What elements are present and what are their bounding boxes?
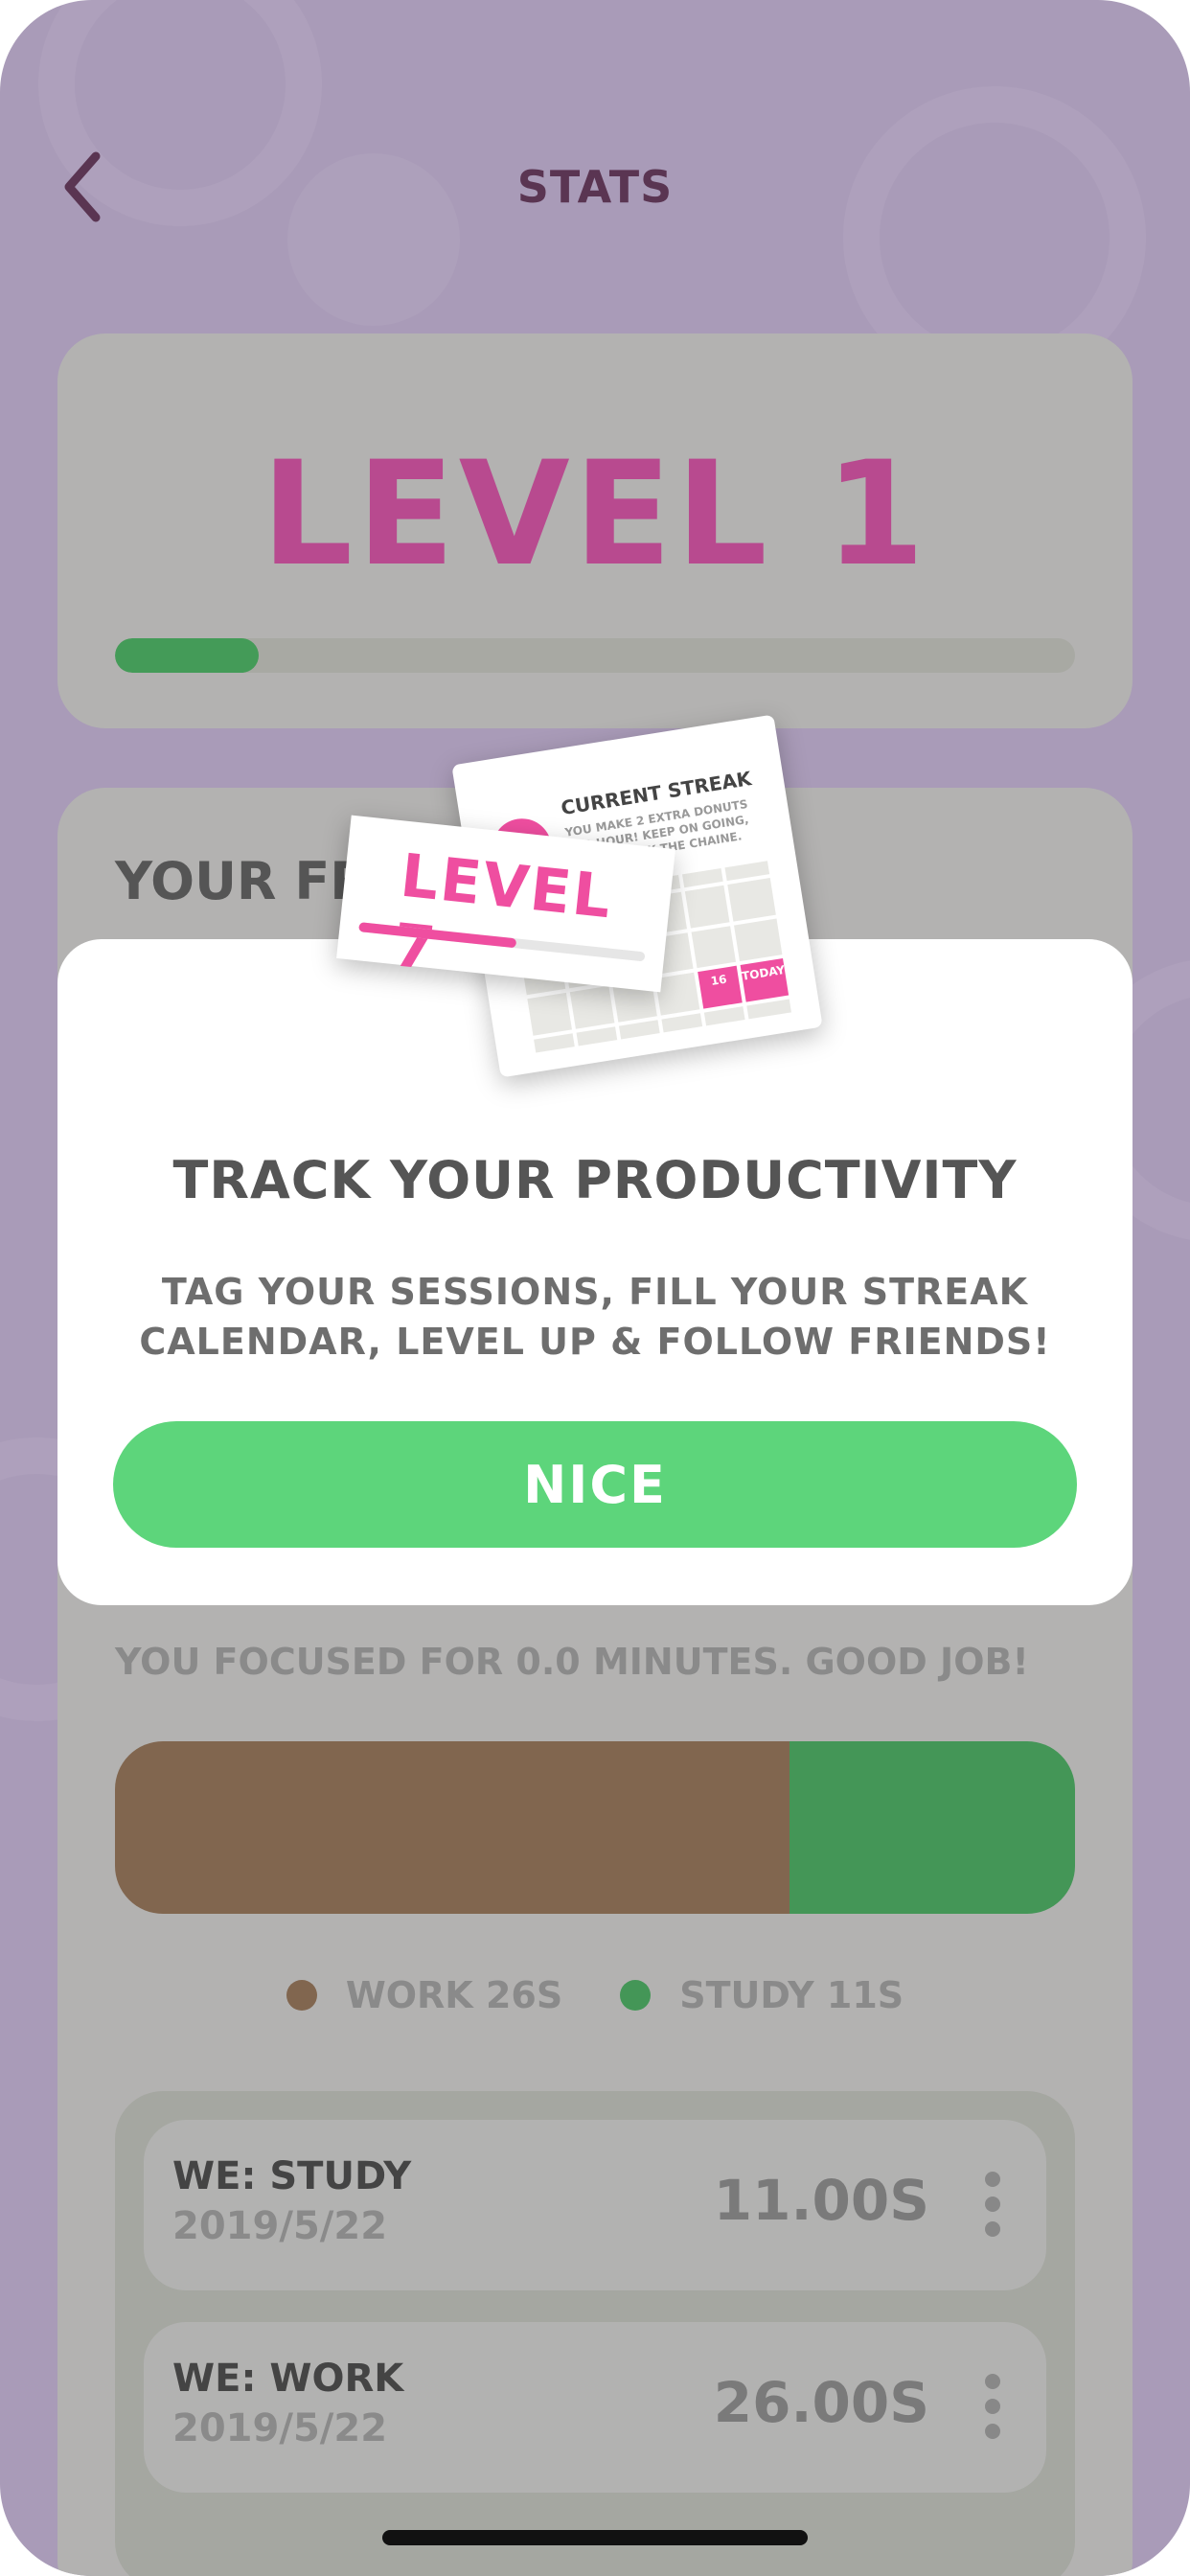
study-dot-icon bbox=[620, 1980, 652, 2011]
work-dot-icon bbox=[286, 1980, 317, 2011]
app-screen: STATS LEVEL 1 YOUR FRI YOU FOCUSED FOR 0… bbox=[0, 0, 1190, 2576]
page-title: STATS bbox=[516, 161, 674, 213]
session-row[interactable]: WE: STUDY 2019/5/22 11.00S bbox=[144, 2120, 1046, 2290]
modal-body-text: TAG YOUR SESSIONS, FILL YOUR STREAK CALE… bbox=[139, 1271, 1051, 1363]
more-options-icon[interactable] bbox=[985, 2172, 1000, 2239]
legend-label-work: WORK 26S bbox=[345, 1974, 563, 2016]
legend-item-study: STUDY 11S bbox=[620, 1974, 904, 2016]
illustration-level-label: LEVEL 7 bbox=[390, 840, 616, 984]
home-indicator[interactable] bbox=[382, 2530, 808, 2545]
legend-item-work: WORK 26S bbox=[286, 1974, 562, 2016]
session-name: WE: STUDY bbox=[172, 2154, 412, 2198]
nice-button[interactable]: NICE bbox=[113, 1421, 1077, 1548]
breakdown-legend: WORK 26S STUDY 11S bbox=[0, 1974, 1190, 2016]
breakdown-segment-study bbox=[790, 1741, 1075, 1914]
modal-title: TRACK YOUR PRODUCTIVITY bbox=[172, 1150, 1018, 1210]
session-duration: 26.00S bbox=[713, 2370, 929, 2435]
level-progress-fill bbox=[115, 638, 260, 673]
session-row[interactable]: WE: WORK 2019/5/22 26.00S bbox=[144, 2322, 1046, 2493]
session-name: WE: WORK bbox=[172, 2357, 404, 2401]
session-date: 2019/5/22 bbox=[172, 2406, 388, 2450]
time-breakdown-bar bbox=[115, 1741, 1075, 1914]
breakdown-segment-work bbox=[115, 1741, 790, 1914]
level-progress-track bbox=[115, 638, 1075, 673]
session-duration: 11.00S bbox=[713, 2168, 929, 2233]
more-options-icon[interactable] bbox=[985, 2374, 1000, 2441]
legend-label-study: STUDY 11S bbox=[679, 1974, 904, 2016]
focus-summary-text: YOU FOCUSED FOR 0.0 MINUTES. GOOD JOB! bbox=[115, 1641, 1029, 1683]
level-label: LEVEL 1 bbox=[261, 431, 929, 598]
session-date: 2019/5/22 bbox=[172, 2204, 388, 2248]
